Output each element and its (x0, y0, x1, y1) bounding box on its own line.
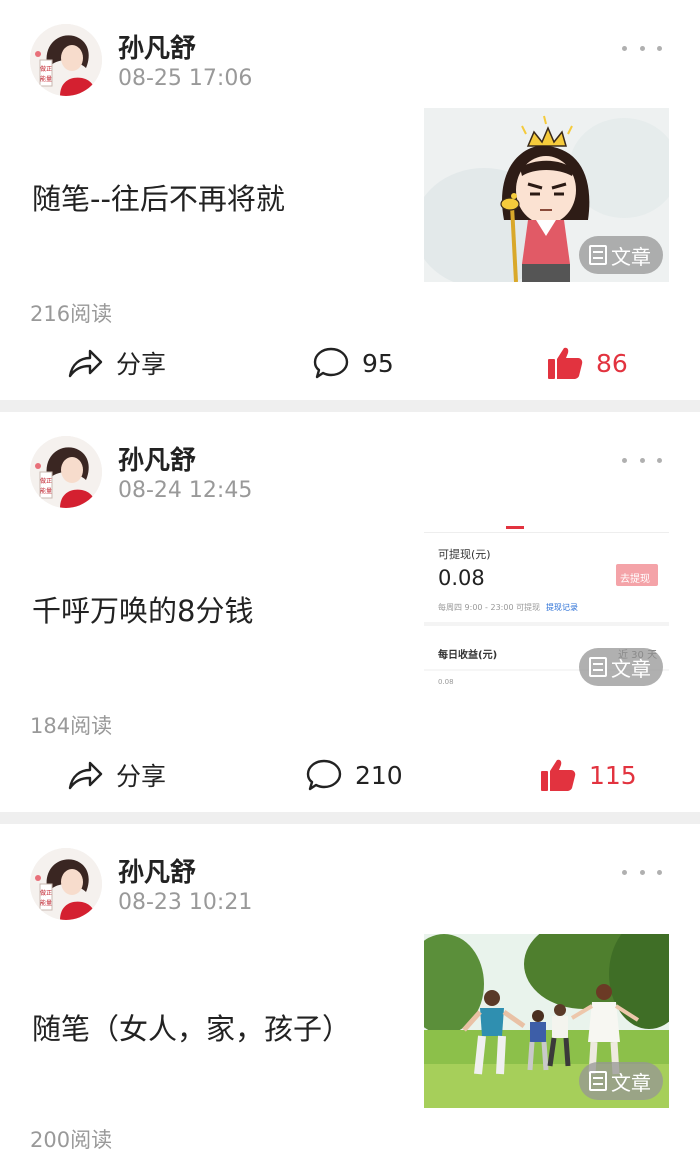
withdraw-schedule: 每周四 9:00 - 23:00 可提现 (438, 603, 541, 612)
comment-count: 210 (355, 760, 403, 790)
thumbs-up-icon (548, 347, 583, 379)
thumbs-up-icon (541, 759, 576, 791)
post-time: 08-23 10:21 (118, 890, 253, 915)
post-title[interactable]: 千呼万唤的8分钱 (32, 588, 253, 630)
daily-earnings-label: 每日收益(元) (438, 650, 498, 661)
read-count: 184阅读 (30, 714, 113, 738)
avatar[interactable]: 做正 能量 (30, 24, 102, 96)
author-name[interactable]: 孙凡舒 (118, 852, 196, 889)
avatar-image: 做正 能量 (30, 436, 102, 508)
like-count: 86 (596, 348, 628, 378)
svg-text:做正: 做正 (40, 65, 52, 73)
share-arrow-icon (68, 349, 103, 378)
more-dots-icon[interactable] (622, 452, 662, 468)
like-button[interactable]: 86 (546, 338, 628, 388)
speech-bubble-icon (306, 759, 342, 791)
comment-button[interactable]: 95 (312, 338, 394, 388)
post-thumbnail[interactable]: 可提现(元) 0.08 去提现 每周四 9:00 - 23:00 可提现 提现记… (424, 520, 669, 694)
withdrawable-amount: 0.08 (438, 566, 485, 590)
withdrawable-label: 可提现(元) (438, 548, 491, 561)
svg-text:能量: 能量 (40, 899, 52, 907)
post-actions: 分享 95 86 (0, 338, 700, 388)
withdraw-button: 去提现 (620, 574, 650, 585)
avatar-image: 做正 能量 (30, 848, 102, 920)
article-doc-icon (589, 657, 607, 677)
share-button[interactable]: 分享 (66, 338, 166, 388)
share-label: 分享 (116, 350, 167, 379)
article-doc-icon (589, 245, 607, 265)
feed-divider (0, 400, 700, 412)
badge-label: 文章 (611, 1070, 651, 1095)
avatar[interactable]: 做正 能量 (30, 436, 102, 508)
share-label: 分享 (116, 762, 167, 791)
svg-text:能量: 能量 (40, 487, 52, 495)
article-doc-icon (589, 1071, 607, 1091)
article-badge: 文章 (579, 1062, 663, 1100)
like-count: 115 (589, 760, 637, 790)
avatar[interactable]: 做正 能量 (30, 848, 102, 920)
read-count: 200阅读 (30, 1128, 113, 1152)
share-arrow-icon (68, 761, 103, 790)
svg-text:做正: 做正 (40, 889, 52, 897)
axis-value: 0.08 (438, 678, 454, 686)
read-count: 216阅读 (30, 302, 113, 326)
article-badge: 文章 (579, 236, 663, 274)
more-dots-icon[interactable] (622, 40, 662, 56)
comment-button[interactable]: 210 (305, 750, 403, 800)
share-button[interactable]: 分享 (66, 750, 166, 800)
withdraw-record-link: 提现记录 (546, 603, 578, 612)
article-badge: 文章 (579, 648, 663, 686)
post-time: 08-24 12:45 (118, 478, 253, 503)
more-dots-icon[interactable] (622, 864, 662, 880)
comment-count: 95 (362, 348, 394, 378)
post-actions: 分享 210 115 (0, 750, 700, 800)
post-time: 08-25 17:06 (118, 66, 253, 91)
author-name[interactable]: 孙凡舒 (118, 440, 196, 477)
like-button[interactable]: 115 (539, 750, 637, 800)
feed-post[interactable]: 做正 能量 孙凡舒 08-25 17:06 随笔--往后不再将就 文章 216阅… (0, 0, 700, 400)
svg-text:能量: 能量 (40, 75, 52, 83)
svg-text:做正: 做正 (40, 477, 52, 485)
feed-post[interactable]: 做正 能量 孙凡舒 08-24 12:45 千呼万唤的8分钱 可提现(元) 0.… (0, 412, 700, 812)
speech-bubble-icon (313, 347, 349, 379)
post-thumbnail[interactable]: 文章 (424, 108, 669, 282)
post-thumbnail[interactable]: 文章 (424, 934, 669, 1108)
badge-label: 文章 (611, 656, 651, 681)
feed-post[interactable]: 做正 能量 孙凡舒 08-23 10:21 随笔（女人，家，孩子） 文章 200… (0, 824, 700, 1164)
avatar-image: 做正 能量 (30, 24, 102, 96)
badge-label: 文章 (611, 244, 651, 269)
post-title[interactable]: 随笔--往后不再将就 (32, 176, 285, 218)
feed-divider (0, 812, 700, 824)
post-title[interactable]: 随笔（女人，家，孩子） (32, 1006, 351, 1048)
author-name[interactable]: 孙凡舒 (118, 28, 196, 65)
